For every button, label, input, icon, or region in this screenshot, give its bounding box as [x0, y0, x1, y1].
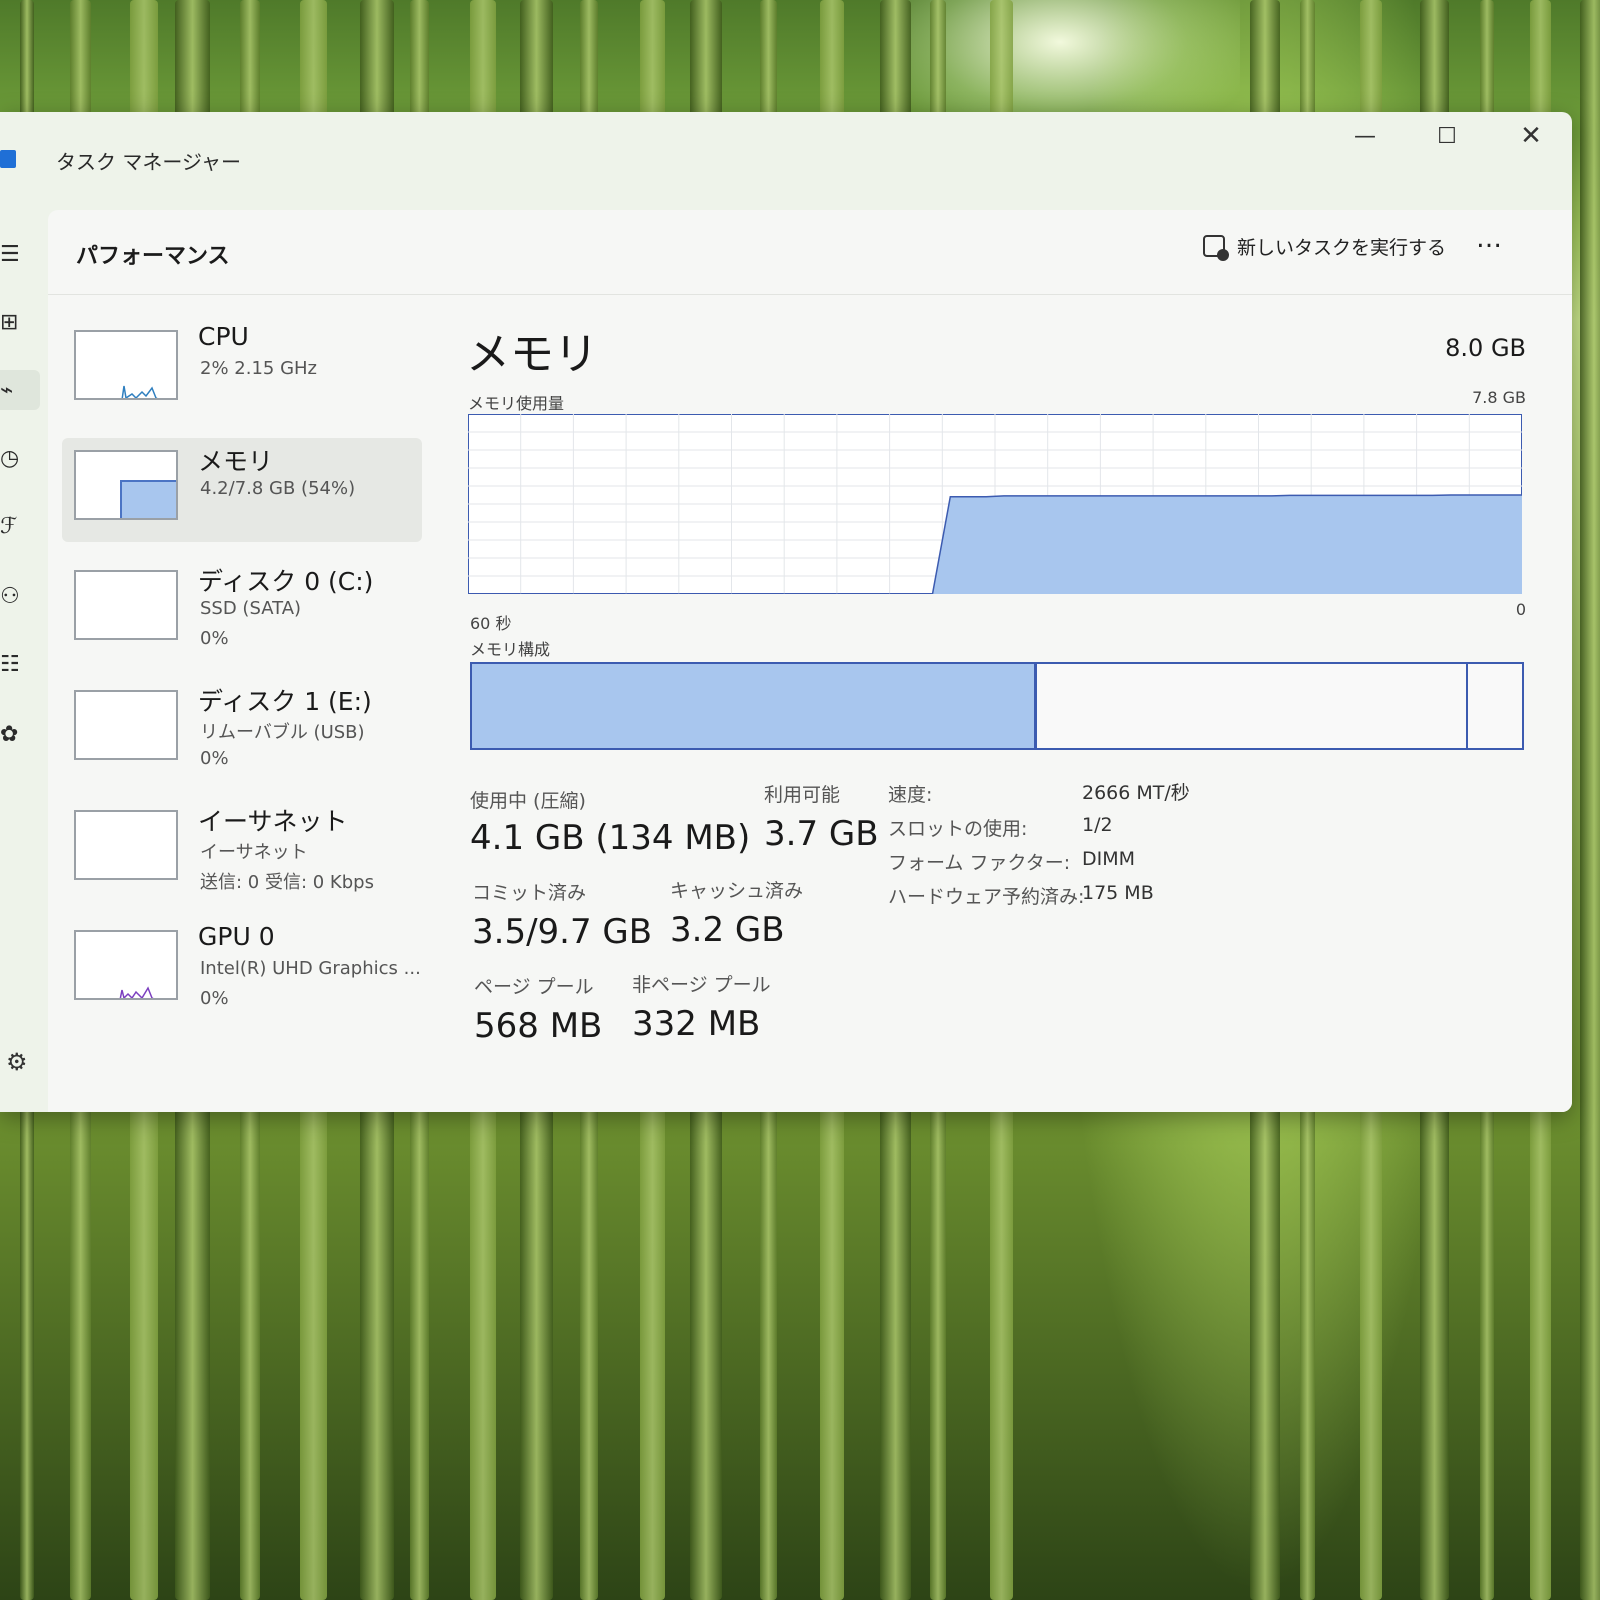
- device-item-gpu[interactable]: GPU 0 Intel(R) UHD Graphics ... 0%: [62, 918, 422, 1022]
- usage-graph-max: 7.8 GB: [1472, 388, 1526, 407]
- device-item-ethernet[interactable]: イーサネット イーサネット 送信: 0 受信: 0 Kbps: [62, 798, 422, 902]
- services-icon[interactable]: ✿: [0, 714, 40, 754]
- users-icon[interactable]: ⚇: [0, 576, 40, 616]
- speed-label: 速度:: [888, 784, 933, 806]
- bamboo-stalk: [1580, 0, 1600, 1600]
- memory-thumbnail-graph: [74, 450, 178, 520]
- device-usage: 0%: [200, 748, 229, 769]
- device-name: GPU 0: [198, 922, 275, 951]
- in-use-label: 使用中 (圧縮): [470, 790, 586, 812]
- details-icon[interactable]: ☷: [0, 644, 40, 684]
- gpu-thumbnail-graph: [74, 930, 178, 1000]
- composition-in-use: [472, 664, 1037, 748]
- memory-composition-bar: [470, 662, 1524, 750]
- device-name: CPU: [198, 322, 249, 351]
- device-usage: 0%: [200, 628, 229, 649]
- available-value: 3.7 GB: [764, 814, 879, 854]
- memory-title: メモリ: [466, 329, 598, 380]
- settings-gear-icon[interactable]: ⚙: [6, 1048, 28, 1076]
- minimize-button[interactable]: —: [1330, 114, 1400, 158]
- paged-pool-value: 568 MB: [474, 1006, 603, 1046]
- available-label: 利用可能: [764, 784, 841, 806]
- device-usage: 送信: 0 受信: 0 Kbps: [200, 872, 374, 893]
- device-detail: 2% 2.15 GHz: [200, 358, 318, 379]
- nonpaged-pool-value: 332 MB: [632, 1004, 761, 1044]
- slots-value: 1/2: [1082, 814, 1113, 836]
- performance-icon[interactable]: ⌁: [0, 370, 40, 410]
- run-task-label: 新しいタスクを実行する: [1237, 236, 1447, 259]
- nonpaged-pool-label: 非ページ プール: [632, 974, 771, 996]
- maximize-button[interactable]: ☐: [1412, 114, 1482, 158]
- disk1-thumbnail-graph: [74, 690, 178, 760]
- device-list: CPU 2% 2.15 GHz メモリ 4.2/7.8 GB (54%) ディス…: [62, 318, 422, 1038]
- committed-label: コミット済み: [472, 882, 587, 904]
- in-use-value: 4.1 GB (134 MB): [470, 818, 751, 858]
- performance-page: パフォーマンス 新しいタスクを実行する … CPU 2% 2.15 GHz メモ…: [48, 210, 1572, 1112]
- speed-value: 2666 MT/秒: [1082, 782, 1190, 804]
- committed-value: 3.5/9.7 GB: [472, 912, 653, 952]
- memory-thumbnail-fill: [120, 480, 176, 518]
- device-name: イーサネット: [198, 807, 348, 836]
- form-factor-value: DIMM: [1082, 848, 1136, 870]
- graph-axis-zero: 0: [1515, 600, 1526, 619]
- disk0-thumbnail-graph: [74, 570, 178, 640]
- form-factor-label: フォーム ファクター:: [888, 852, 1071, 874]
- device-name: ディスク 1 (E:): [198, 687, 372, 716]
- cpu-thumbnail-graph: [74, 330, 178, 400]
- task-manager-window: タスク マネージャー — ☐ ✕ ☰ ⊞ ⌁ ◷ ℱ ⚇ ☷ ✿ ⚙ パフォーマ…: [0, 112, 1572, 1112]
- paged-pool-label: ページ プール: [474, 976, 594, 998]
- processes-icon[interactable]: ⊞: [0, 302, 40, 342]
- run-task-icon: [1203, 235, 1229, 261]
- page-header: パフォーマンス 新しいタスクを実行する …: [48, 210, 1572, 295]
- device-item-cpu[interactable]: CPU 2% 2.15 GHz: [62, 318, 422, 422]
- hardware-reserved-value: 175 MB: [1082, 882, 1154, 904]
- device-item-disk0[interactable]: ディスク 0 (C:) SSD (SATA) 0%: [62, 558, 422, 662]
- graph-time-span: 60 秒: [470, 614, 512, 633]
- run-new-task-button[interactable]: 新しいタスクを実行する: [1203, 226, 1446, 266]
- page-title: パフォーマンス: [76, 244, 230, 269]
- title-bar[interactable]: タスク マネージャー — ☐ ✕: [0, 112, 1572, 202]
- app-history-icon[interactable]: ◷: [0, 438, 40, 478]
- device-detail: SSD (SATA): [200, 598, 302, 619]
- memory-total: 8.0 GB: [1445, 334, 1526, 362]
- device-detail: イーサネット: [200, 842, 308, 863]
- device-detail: 4.2/7.8 GB (54%): [200, 478, 356, 499]
- close-button[interactable]: ✕: [1496, 114, 1566, 158]
- ethernet-thumbnail-graph: [74, 810, 178, 880]
- device-item-disk1[interactable]: ディスク 1 (E:) リムーバブル (USB) 0%: [62, 678, 422, 782]
- device-name: メモリ: [198, 447, 274, 476]
- cpu-sparkline: [121, 385, 158, 398]
- cached-label: キャッシュ済み: [670, 880, 804, 902]
- navigation-rail: ☰ ⊞ ⌁ ◷ ℱ ⚇ ☷ ✿ ⚙: [0, 202, 48, 1112]
- hamburger-menu-icon[interactable]: ☰: [0, 234, 40, 274]
- gpu-sparkline: [119, 986, 154, 998]
- device-detail: Intel(R) UHD Graphics ...: [200, 958, 421, 979]
- memory-usage-graph: [468, 414, 1522, 594]
- composition-standby-divider: [1466, 664, 1469, 748]
- device-item-memory[interactable]: メモリ 4.2/7.8 GB (54%): [62, 438, 422, 542]
- usage-graph-label: メモリ使用量: [468, 394, 565, 413]
- slots-label: スロットの使用:: [888, 818, 1028, 840]
- window-title: タスク マネージャー: [56, 150, 241, 174]
- task-manager-app-icon: [0, 150, 16, 168]
- device-name: ディスク 0 (C:): [198, 567, 374, 596]
- device-detail: リムーバブル (USB): [200, 722, 365, 743]
- more-options-button[interactable]: …: [1476, 224, 1504, 254]
- composition-label: メモリ構成: [470, 640, 551, 659]
- startup-apps-icon[interactable]: ℱ: [0, 506, 40, 546]
- cached-value: 3.2 GB: [670, 910, 785, 950]
- hardware-reserved-label: ハードウェア予約済み:: [888, 886, 1085, 908]
- device-usage: 0%: [200, 988, 229, 1009]
